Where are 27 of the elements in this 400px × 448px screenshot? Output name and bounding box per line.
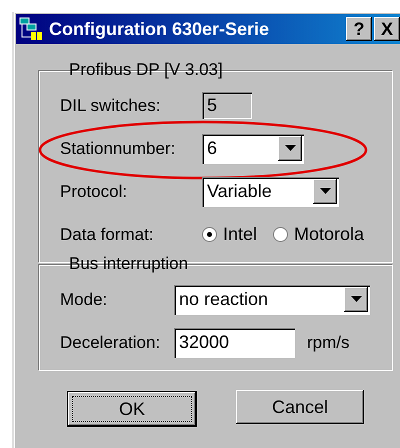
dropdown-value: Variable [207, 181, 272, 202]
field-label: Data format: [60, 224, 154, 244]
cancel-button[interactable]: Cancel [236, 390, 364, 424]
radio-label: Intel [223, 224, 258, 245]
dropdown[interactable]: no reaction [174, 284, 370, 314]
field-label: Mode: [60, 290, 108, 308]
network-icon [19, 17, 43, 41]
unit-label: rpm/s [307, 332, 350, 352]
dropdown[interactable]: Variable [202, 176, 339, 206]
window-title: Configuration 630er-Serie [49, 18, 270, 40]
field-label: Stationnumber: [60, 138, 176, 158]
readonly-field: 5 [202, 92, 252, 119]
radio-button[interactable] [273, 227, 288, 242]
input-field[interactable]: 32000 [174, 328, 295, 358]
group-title: Profibus DP [V 3.03] [68, 60, 224, 80]
radio-button[interactable] [202, 227, 217, 242]
group-title: Bus interruption [68, 254, 190, 274]
dropdown-value: no reaction [179, 289, 268, 310]
field-label: Protocol: [60, 182, 128, 200]
field-label: Deceleration: [60, 332, 160, 352]
dropdown[interactable]: 6 [202, 134, 304, 164]
close-button[interactable]: X [374, 17, 400, 41]
help-button[interactable]: ? [346, 17, 372, 41]
radio-label: Motorola [294, 224, 364, 245]
field-label: DIL switches: [60, 96, 160, 114]
dropdown-value: 6 [207, 138, 218, 159]
ok-button[interactable]: OK [68, 392, 196, 426]
